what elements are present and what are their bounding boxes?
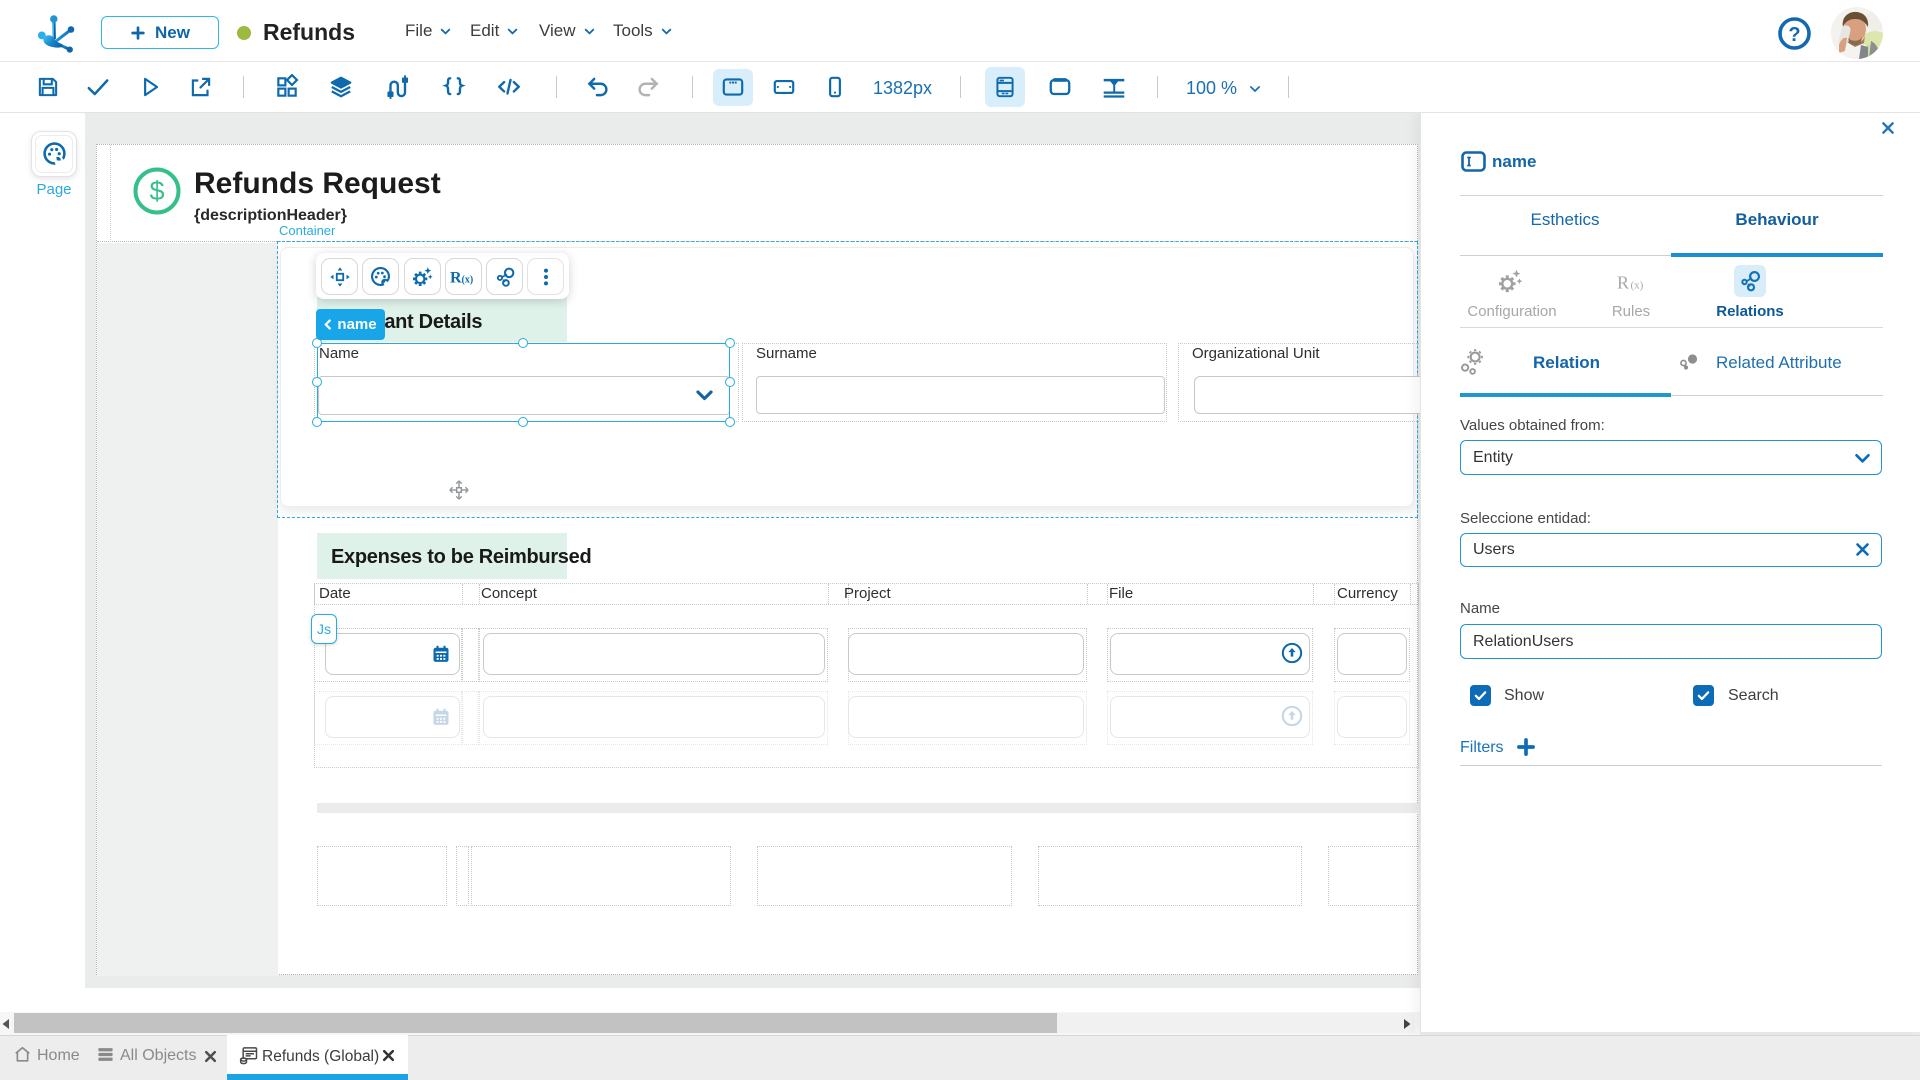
svg-text:$: $ bbox=[149, 176, 164, 206]
svg-text:(x): (x) bbox=[462, 274, 474, 285]
svg-text:?: ? bbox=[1788, 24, 1800, 46]
svg-text:R: R bbox=[1617, 273, 1629, 293]
svg-text:(x): (x) bbox=[1631, 280, 1644, 292]
svg-text:R: R bbox=[450, 269, 462, 286]
